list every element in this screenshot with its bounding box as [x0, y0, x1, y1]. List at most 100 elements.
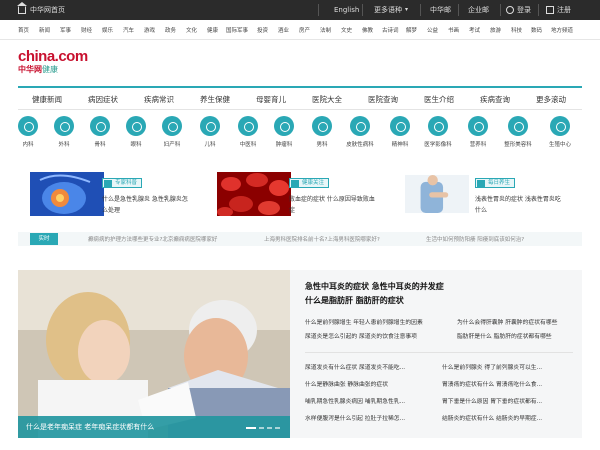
article-link[interactable]: 什么是静脉曲张 静脉曲张的症状 — [305, 379, 388, 388]
article-link[interactable]: 尿道发炎有什么症状 尿道发炎不能吃... — [305, 362, 405, 371]
article-link[interactable]: 水样便腹泻是什么引起 拉肚子拉稀怎... — [305, 413, 405, 422]
register-link[interactable]: 注册 — [546, 0, 571, 20]
department-pediatrics[interactable]: 儿科 — [190, 114, 230, 148]
channel-link[interactable]: 文化 — [186, 26, 197, 34]
main-nav-item[interactable]: 养生保健 — [200, 94, 230, 105]
main-nav-item[interactable]: 医院查询 — [368, 94, 398, 105]
channel-link[interactable]: 国际军事 — [226, 26, 248, 34]
main-nav-item[interactable]: 更多滚动 — [536, 94, 566, 105]
feature-title: 什么是急性乳腺炎 急性乳腺炎怎 么处理 — [102, 194, 202, 216]
article-link[interactable]: 结肠炎的症状有什么 结肠炎的早期症... — [442, 413, 542, 422]
user-icon — [506, 6, 514, 14]
channel-link[interactable]: 考试 — [469, 26, 480, 34]
article-link[interactable]: 脂肪肝是什么 脂肪肝的症状都有哪些 — [457, 331, 552, 340]
ticker-item[interactable]: 癫痫病的护理方法哪些更专业?北京癫痫病医院哪家好 — [88, 235, 217, 243]
english-link[interactable]: English — [334, 0, 359, 20]
department-dermatology[interactable]: 皮肤性病科 — [340, 114, 380, 148]
department-tcm[interactable]: 中医科 — [228, 114, 268, 148]
department-imaging[interactable]: 医学影像科 — [418, 114, 458, 148]
ticker-item[interactable]: 生活中如何预防阳痿 阳痿到底该如何治? — [426, 235, 524, 243]
channel-link[interactable]: 军事 — [60, 26, 71, 34]
main-nav-item[interactable]: 疾病查询 — [480, 94, 510, 105]
department-orthopedics[interactable]: 骨科 — [80, 114, 120, 148]
channel-link[interactable]: 房产 — [299, 26, 310, 34]
channel-link[interactable]: 古诗词 — [382, 26, 399, 34]
article-link[interactable]: 什么是前列腺炎 得了前列腺炎可以生... — [442, 362, 542, 371]
article-link[interactable]: 为什么会得肝囊肿 肝囊肿的症状有哪些 — [457, 317, 557, 326]
channel-link[interactable]: 游戏 — [144, 26, 155, 34]
department-label: 精神科 — [391, 142, 409, 148]
department-ophthalmology[interactable]: 眼科 — [116, 114, 156, 148]
channel-link[interactable]: 财经 — [81, 26, 92, 34]
channel-link[interactable]: 佛教 — [362, 26, 373, 34]
main-nav-item[interactable]: 医院大全 — [312, 94, 342, 105]
corp-mail-link[interactable]: 企业邮 — [468, 0, 489, 20]
news-ticker: 实时 癫痫病的护理方法哪些更专业?北京癫痫病医院哪家好 上海男科医院排名前十名?… — [18, 232, 582, 246]
ticker-item[interactable]: 上海男科医院排名前十名?上海男科医院哪家好? — [264, 235, 380, 243]
department-cosmetic[interactable]: 整形美容科 — [498, 114, 538, 148]
channel-nav: 首页 新闻 军事 财经 娱乐 汽车 游戏 政务 文化 健康 国际军事 投资 酒业… — [0, 20, 600, 40]
channel-link[interactable]: 娱乐 — [102, 26, 113, 34]
channel-link[interactable]: 政务 — [165, 26, 176, 34]
channel-link[interactable]: 投资 — [257, 26, 268, 34]
feature-card[interactable]: 专家科普 什么是急性乳腺炎 急性乳腺炎怎 么处理 — [30, 172, 210, 222]
stomach-pain-image — [405, 174, 469, 214]
article-link[interactable]: 尿道炎是怎么引起的 尿道炎的饮食注意事项 — [305, 331, 417, 340]
article-link[interactable]: 胃下垂是什么原因 胃下垂的症状都有... — [442, 396, 542, 405]
department-obstetrics[interactable]: 妇产科 — [152, 114, 192, 148]
channel-link[interactable]: 公益 — [427, 26, 438, 34]
channel-link[interactable]: 解梦 — [406, 26, 417, 34]
channel-link[interactable]: 旅游 — [490, 26, 501, 34]
carousel-dot[interactable] — [267, 427, 272, 429]
mail-link[interactable]: 中华邮 — [430, 0, 451, 20]
login-label: 登录 — [517, 6, 531, 14]
main-nav-item[interactable]: 母婴育儿 — [256, 94, 286, 105]
channel-link[interactable]: 新闻 — [39, 26, 50, 34]
elderly-care-photo — [18, 270, 290, 438]
channel-link[interactable]: 科技 — [511, 26, 522, 34]
main-nav-item[interactable]: 疾病常识 — [144, 94, 174, 105]
stomach-icon — [18, 116, 38, 136]
site-logo[interactable]: china.com 中华网健康 — [18, 48, 88, 75]
article-link[interactable]: 什么是前列腺增生 年轻人患前列腺增生的因素 — [305, 317, 423, 326]
department-label: 皮肤性病科 — [346, 142, 374, 148]
channel-link[interactable]: 文史 — [341, 26, 352, 34]
feature-card[interactable]: 健康关注 败血症的症状 什么原因导致败血症 — [217, 172, 397, 222]
department-reproductive[interactable]: 生殖中心 — [540, 114, 580, 148]
department-andrology[interactable]: 男科 — [302, 114, 342, 148]
channel-link[interactable]: 书画 — [448, 26, 459, 34]
department-label: 内科 — [22, 142, 34, 148]
home-link[interactable]: 中华网首页 — [17, 0, 65, 20]
channel-link[interactable]: 数码 — [531, 26, 542, 34]
carousel-dot[interactable] — [259, 427, 264, 429]
department-nutrition[interactable]: 营养科 — [458, 114, 498, 148]
channel-link[interactable]: 法制 — [320, 26, 331, 34]
more-languages-dropdown[interactable]: 更多语种 ▾ — [374, 0, 408, 20]
feature-card[interactable]: 每日养生 浅表性胃炎的症状 浅表性胃炎吃 什么 — [405, 172, 580, 222]
eye-icon — [126, 116, 146, 136]
department-surgery[interactable]: 外科 — [44, 114, 84, 148]
article-link[interactable]: 胃溃疡的症状有什么 胃溃疡吃什么食... — [442, 379, 542, 388]
carousel-dot[interactable] — [246, 427, 256, 429]
channel-link[interactable]: 健康 — [207, 26, 218, 34]
channel-link[interactable]: 地方频道 — [551, 26, 573, 34]
login-link[interactable]: 登录 — [506, 0, 531, 20]
department-psychiatry[interactable]: 精神科 — [380, 114, 420, 148]
department-internal[interactable]: 内科 — [8, 114, 48, 148]
herb-icon — [238, 116, 258, 136]
main-nav-item[interactable]: 病因症状 — [88, 94, 118, 105]
channel-link[interactable]: 汽车 — [123, 26, 134, 34]
headline[interactable]: 急性中耳炎的症状 急性中耳炎的并发症 — [305, 280, 444, 294]
xray-icon — [428, 116, 448, 136]
channel-link[interactable]: 酒业 — [278, 26, 289, 34]
carousel-dot[interactable] — [275, 427, 280, 429]
carousel[interactable]: 什么是老年痴呆症 老年痴呆症状都有什么 — [18, 270, 290, 438]
channel-link[interactable]: 首页 — [18, 26, 29, 34]
main-nav-item[interactable]: 医生介绍 — [424, 94, 454, 105]
headline[interactable]: 什么是脂肪肝 脂肪肝的症状 — [305, 294, 444, 308]
department-label: 男科 — [316, 142, 328, 148]
department-oncology[interactable]: 肿瘤科 — [264, 114, 304, 148]
feature-line: 什么是急性乳腺炎 急性乳腺炎怎 — [102, 196, 188, 203]
main-nav-item[interactable]: 健康新闻 — [32, 94, 62, 105]
article-link[interactable]: 哺乳期急性乳腺炎病因 哺乳期急性乳... — [305, 396, 405, 405]
